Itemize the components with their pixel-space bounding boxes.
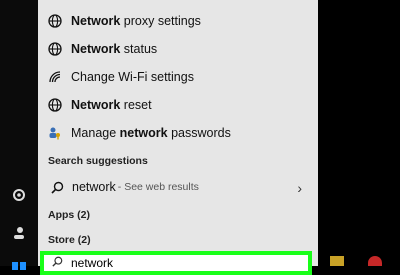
- suggestion-query: network: [72, 180, 116, 194]
- result-bold: Network: [71, 98, 121, 112]
- result-bold: Network: [71, 14, 121, 28]
- search-input[interactable]: [69, 255, 273, 271]
- section-search-suggestions: Search suggestions: [48, 155, 148, 167]
- result-network-reset[interactable]: Network reset: [46, 92, 152, 118]
- browser-icon[interactable]: [368, 256, 382, 266]
- result-network-proxy-settings[interactable]: Network proxy settings: [46, 8, 201, 34]
- search-icon: [48, 178, 66, 196]
- search-results-panel: Network proxy settings Network status Ch…: [38, 0, 318, 266]
- settings-gear-icon[interactable]: [10, 186, 28, 204]
- result-text: Change Wi-Fi settings: [71, 70, 194, 84]
- result-network-status[interactable]: Network status: [46, 36, 157, 62]
- suggestion-subtext: - See web results: [117, 181, 199, 193]
- section-store[interactable]: Store (2): [48, 234, 91, 246]
- result-text: reset: [120, 98, 152, 112]
- result-text: proxy settings: [120, 14, 201, 28]
- start-left-rail: [0, 0, 38, 270]
- result-text: passwords: [167, 126, 231, 140]
- wifi-icon: [46, 68, 64, 86]
- result-text-pre: Manage: [71, 126, 120, 140]
- desktop-background: [318, 0, 400, 266]
- key-people-icon: [46, 124, 64, 142]
- result-manage-network-passwords[interactable]: Manage network passwords: [46, 120, 231, 146]
- windows-start-icon[interactable]: [10, 256, 28, 274]
- taskbar-search-box[interactable]: [40, 251, 312, 275]
- globe-icon: [46, 12, 64, 30]
- result-change-wifi-settings[interactable]: Change Wi-Fi settings: [46, 64, 194, 90]
- section-apps[interactable]: Apps (2): [48, 209, 90, 221]
- result-bold: network: [119, 126, 168, 140]
- result-text: status: [120, 42, 158, 56]
- globe-icon: [46, 40, 64, 58]
- web-suggestion-item[interactable]: network - See web results ›: [38, 174, 318, 200]
- search-icon: [52, 254, 63, 272]
- user-account-icon[interactable]: [10, 224, 28, 242]
- chevron-right-icon[interactable]: ›: [297, 180, 302, 196]
- result-bold: Network: [71, 42, 121, 56]
- file-explorer-icon[interactable]: [330, 256, 344, 266]
- globe-icon: [46, 96, 64, 114]
